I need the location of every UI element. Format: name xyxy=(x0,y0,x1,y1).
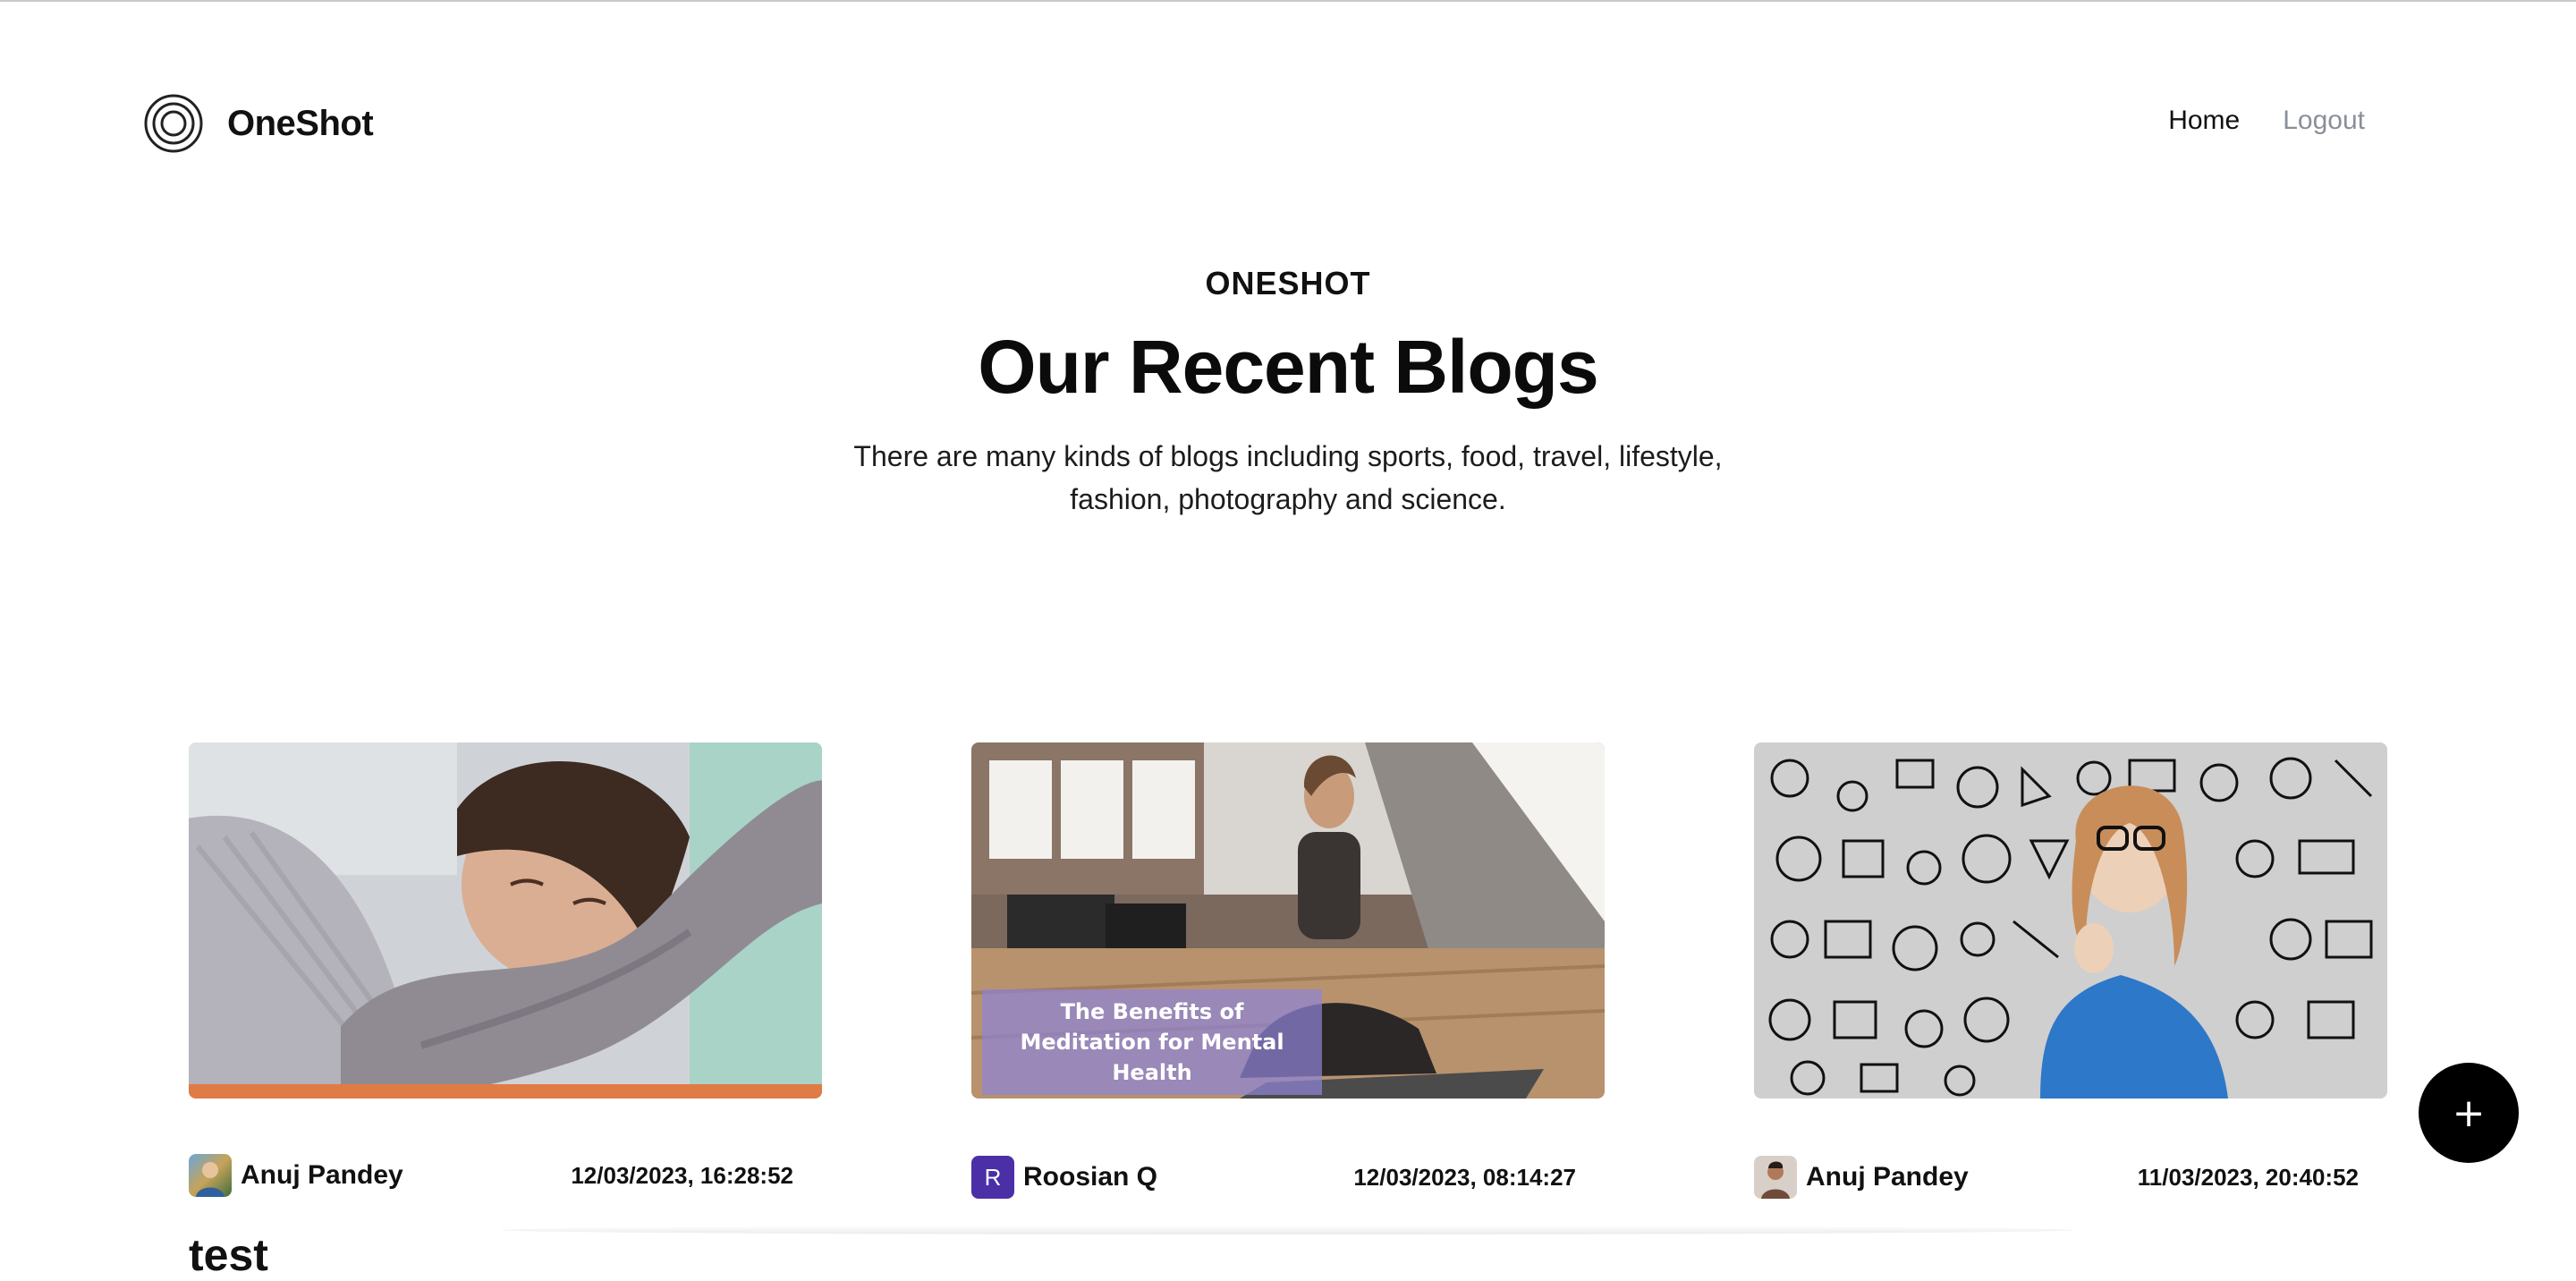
avatar-letter: R xyxy=(984,1163,1002,1191)
blog-card[interactable]: The Benefits of Meditation for Mental He… xyxy=(971,742,1605,1199)
hero-subtitle: There are many kinds of blogs including … xyxy=(853,440,1723,515)
avatar-photo-icon xyxy=(1761,1161,1790,1199)
brand-logo[interactable]: OneShot xyxy=(143,93,374,154)
thinking-woman-doodles-photo[interactable] xyxy=(1754,742,2387,1099)
post-author[interactable]: R Roosian Q xyxy=(971,1156,1157,1199)
nav-logout-link[interactable]: Logout xyxy=(2283,106,2365,136)
post-author[interactable]: Anuj Pandey xyxy=(189,1154,403,1197)
avatar-photo-icon xyxy=(196,1162,225,1197)
post-author[interactable]: Anuj Pandey xyxy=(1754,1156,1969,1199)
brand-name: OneShot xyxy=(227,103,374,143)
avatar xyxy=(189,1154,232,1197)
hero-section: ONESHOT Our Recent Blogs There are many … xyxy=(0,265,2576,521)
image-caption: The Benefits of Meditation for Mental He… xyxy=(1020,999,1284,1085)
avatar: R xyxy=(971,1156,1014,1199)
avatar xyxy=(1754,1156,1797,1199)
post-title[interactable]: test xyxy=(189,1229,822,1281)
add-post-button[interactable]: + xyxy=(2419,1063,2519,1163)
author-name: Roosian Q xyxy=(1023,1162,1158,1192)
blog-card[interactable]: Anuj Pandey 12/03/2023, 16:28:52 test xyxy=(189,742,822,1281)
author-name: Anuj Pandey xyxy=(241,1160,403,1190)
main-nav: Home Logout xyxy=(2168,106,2365,136)
plus-icon: + xyxy=(2452,1090,2486,1136)
author-name: Anuj Pandey xyxy=(1806,1162,1969,1192)
blog-card[interactable]: Anuj Pandey 11/03/2023, 20:40:52 xyxy=(1754,742,2387,1199)
hero-eyebrow: ONESHOT xyxy=(1205,265,1371,301)
concentric-circles-icon xyxy=(144,94,203,153)
page-title: Our Recent Blogs xyxy=(978,325,1598,409)
post-date: 12/03/2023, 08:14:27 xyxy=(1353,1163,1576,1191)
meditation-photo[interactable]: The Benefits of Meditation for Mental He… xyxy=(971,742,1605,1099)
post-meta: Anuj Pandey 12/03/2023, 16:28:52 xyxy=(189,1154,822,1197)
post-meta: Anuj Pandey 11/03/2023, 20:40:52 xyxy=(1754,1156,2387,1199)
nav-home-link[interactable]: Home xyxy=(2168,106,2240,136)
site-header: OneShot Home Logout xyxy=(0,0,2576,250)
post-date: 12/03/2023, 16:28:52 xyxy=(571,1161,793,1189)
post-meta: R Roosian Q 12/03/2023, 08:14:27 xyxy=(971,1156,1605,1199)
sleeping-woman-photo[interactable] xyxy=(189,742,822,1099)
post-date: 11/03/2023, 20:40:52 xyxy=(2137,1163,2359,1191)
scroll-shadow xyxy=(501,1226,2075,1234)
